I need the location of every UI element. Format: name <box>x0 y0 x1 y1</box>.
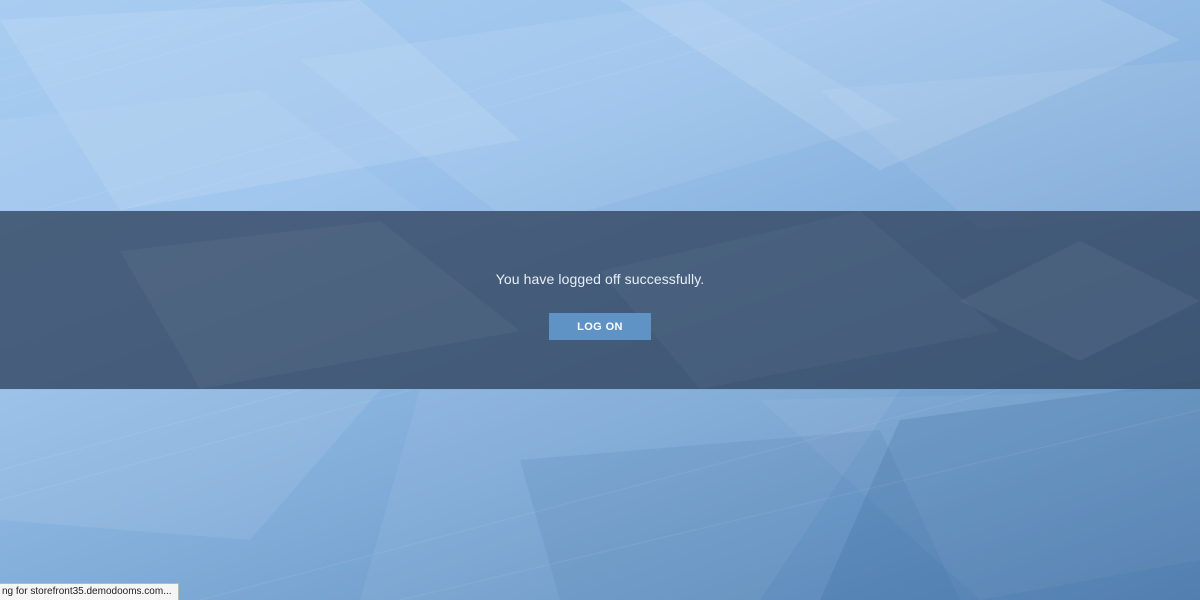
logoff-message: You have logged off successfully. <box>495 271 705 287</box>
log-on-button[interactable]: LOG ON <box>549 313 651 340</box>
band-shapes <box>120 221 1200 389</box>
browser-status-bar: ng for storefront35.demodooms.com... <box>0 583 179 600</box>
logoff-band <box>0 211 1200 389</box>
